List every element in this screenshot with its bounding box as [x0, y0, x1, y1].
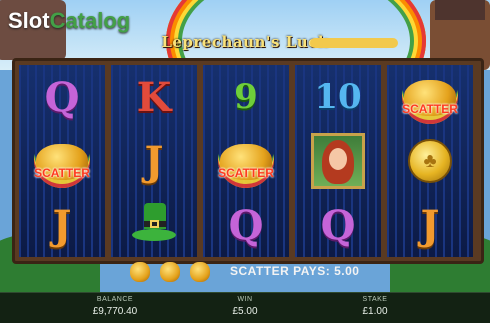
reel-3: 9 SCATTER Q	[203, 65, 289, 257]
pot-of-gold-icon: SCATTER	[208, 132, 284, 190]
scatter-symbol: SCATTER	[387, 65, 473, 129]
leprechaun-hat-icon	[132, 203, 176, 247]
symbol-value: K	[136, 73, 172, 121]
scatter-pays-text: SCATTER PAYS: 5.00	[230, 264, 360, 278]
symbol-value: Q	[228, 201, 264, 249]
balance-label: BALANCE	[96, 296, 134, 303]
coin-symbol: ♣	[387, 129, 473, 193]
balance-field: BALANCE £9,770.40	[60, 296, 170, 317]
scatter-label: SCATTER	[402, 102, 458, 116]
symbol-value: 9	[234, 77, 258, 117]
reel-2: KJ	[111, 65, 197, 257]
logo-part2: Catalog	[49, 8, 131, 33]
reel-1: Q SCATTER J	[19, 65, 105, 257]
symbol-letter: J	[19, 193, 105, 257]
reel-frame: Q SCATTER J K J 9 SCATTER Q 10 Q SCATTER ♣ J	[12, 58, 484, 264]
pot-of-gold-icon: SCATTER	[392, 68, 468, 126]
logo-part1: Slot	[8, 8, 50, 33]
win-field: WIN £5.00	[190, 296, 300, 317]
symbol-letter: K	[111, 65, 197, 129]
scatter-label: SCATTER	[218, 166, 274, 180]
symbol-value: Q	[44, 73, 80, 121]
symbol-letter: Q	[295, 193, 381, 257]
title-badge	[310, 38, 398, 48]
symbol-value: J	[420, 201, 440, 249]
symbol-letter: J	[387, 193, 473, 257]
symbol-number: 9	[203, 65, 289, 129]
symbol-value: J	[52, 201, 72, 249]
stake-label: STAKE	[362, 296, 388, 303]
pot-of-gold-icon: SCATTER	[24, 132, 100, 190]
symbol-letter: Q	[203, 193, 289, 257]
symbol-value: 10	[314, 77, 362, 117]
symbol-value: J	[144, 137, 164, 185]
win-label: WIN	[237, 296, 253, 303]
symbol-letter: J	[111, 129, 197, 193]
hat-symbol	[111, 193, 197, 257]
pot-icon	[190, 262, 210, 282]
girl-symbol	[295, 129, 381, 193]
red-haired-girl-icon	[311, 133, 365, 189]
pot-icon	[160, 262, 180, 282]
balance-value: £9,770.40	[92, 306, 138, 317]
scatter-symbol: SCATTER	[19, 129, 105, 193]
bottom-bar: BALANCE £9,770.40 WIN £5.00 STAKE £1.00	[0, 292, 490, 323]
scatter-label: SCATTER	[34, 166, 90, 180]
symbol-value: Q	[320, 201, 356, 249]
scatter-symbol: SCATTER	[203, 129, 289, 193]
status-bar: SCATTER PAYS: 5.00	[12, 262, 478, 284]
symbol-letter: Q	[19, 65, 105, 129]
stake-field[interactable]: STAKE £1.00	[320, 296, 430, 317]
reel-4: 10 Q	[295, 65, 381, 257]
win-value: £5.00	[232, 306, 258, 317]
pot-icon	[130, 262, 150, 282]
slotcatalog-logo: SlotCatalog	[8, 8, 130, 34]
gold-clover-coin-icon: ♣	[408, 139, 452, 183]
symbol-number: 10	[295, 65, 381, 129]
reel-5: SCATTER ♣ J	[387, 65, 473, 257]
stake-value[interactable]: £1.00	[320, 306, 430, 317]
